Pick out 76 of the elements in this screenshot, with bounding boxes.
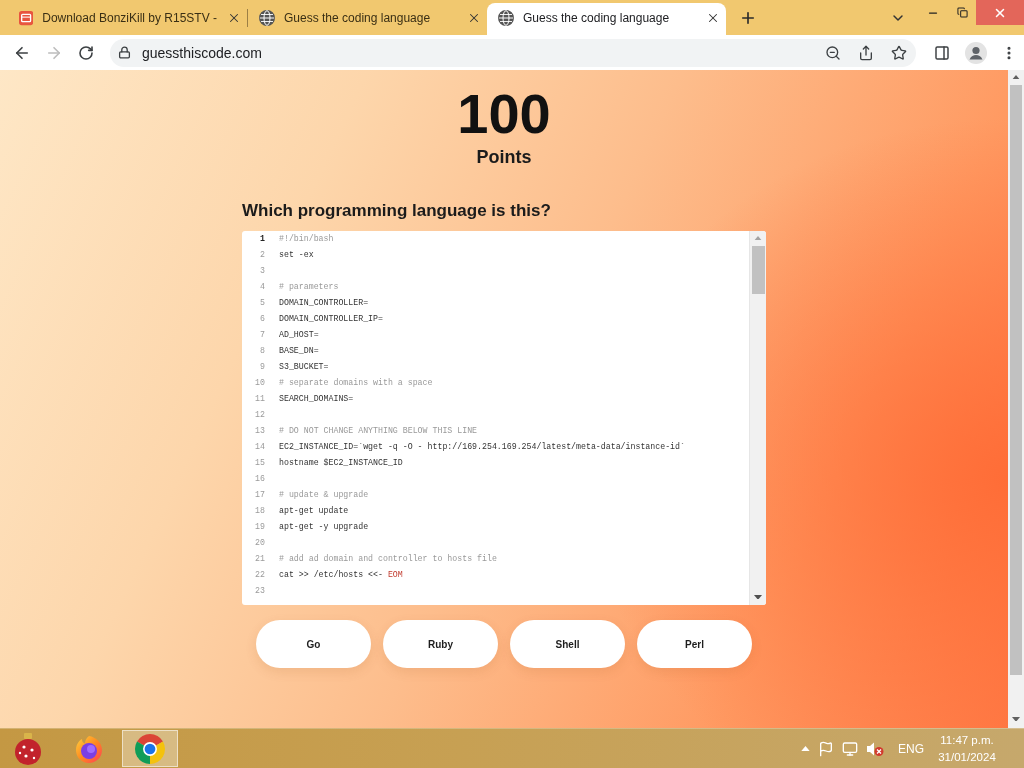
browser-tab[interactable]: Guess the coding language [248, 3, 487, 35]
line-number: 14 [255, 442, 265, 452]
flame-globe-icon [74, 733, 104, 764]
code-line: # parameters [279, 282, 339, 292]
scrollbar-track[interactable] [749, 231, 766, 605]
line-number: 23 [255, 586, 265, 596]
line-number: 22 [255, 570, 265, 580]
globe-icon [498, 9, 514, 26]
code-line: apt-get update [279, 506, 349, 516]
address-bar[interactable]: guessthiscode.com [110, 38, 916, 67]
line-number: 19 [255, 522, 265, 532]
reload-icon[interactable] [78, 44, 94, 61]
side-panel-icon[interactable] [934, 44, 950, 61]
line-number: 4 [260, 282, 265, 292]
line-number: 12 [255, 410, 265, 420]
line-number: 20 [255, 538, 265, 548]
browser-tab[interactable]: Guess the coding language [487, 3, 726, 35]
code-line: #!/bin/bash [279, 234, 334, 244]
taskbar-app[interactable] [122, 730, 178, 767]
code-line: DOMAIN_CONTROLLER= [279, 298, 369, 308]
lock-icon[interactable] [118, 46, 131, 59]
code-line: set -ex [279, 250, 314, 260]
globe-icon [259, 9, 275, 26]
ornament-icon [14, 732, 42, 765]
score-label: Points [476, 146, 532, 168]
scrollbar-track[interactable] [1008, 70, 1024, 728]
code-line: # update & upgrade [279, 490, 369, 500]
line-number: 18 [255, 506, 265, 516]
scroll-up-icon[interactable] [1012, 74, 1020, 80]
line-number: 7 [260, 330, 265, 340]
code-line: # DO NOT CHANGE ANYTHING BELOW THIS LINE [279, 426, 478, 436]
code-line: S3_BUCKET= [279, 362, 329, 372]
code-line: cat >> /etc/hosts <<- EOM [279, 570, 403, 580]
answer-button[interactable]: Shell [510, 620, 625, 668]
line-number: 3 [260, 266, 265, 276]
scroll-down-icon[interactable] [754, 594, 762, 600]
restore-icon[interactable] [956, 7, 968, 18]
browser-tab[interactable]: Download BonziKill by R15STV - [8, 3, 247, 35]
line-number: 17 [255, 490, 265, 500]
muted-speaker-icon[interactable] [866, 740, 884, 757]
code-line: AD_HOST= [279, 330, 319, 340]
line-number: 16 [255, 474, 265, 484]
star-icon[interactable] [891, 44, 907, 61]
code-line: BASE_DN= [279, 346, 319, 356]
answer-button[interactable]: Go [256, 620, 371, 668]
line-number: 2 [260, 250, 265, 260]
app-tile-icon [19, 9, 34, 26]
scrollbar-thumb[interactable] [751, 246, 765, 294]
line-number: 21 [255, 554, 265, 564]
scrollbar-thumb[interactable] [1010, 85, 1022, 675]
line-number: 13 [255, 426, 265, 436]
answer-button[interactable]: Perl [637, 620, 752, 668]
line-number: 9 [260, 362, 265, 372]
line-number: 8 [260, 346, 265, 356]
score-value: 100 [457, 82, 551, 146]
url-field[interactable]: guessthiscode.com [142, 44, 302, 61]
code-line: DOMAIN_CONTROLLER_IP= [279, 314, 383, 324]
scroll-down-icon[interactable] [1012, 716, 1020, 722]
tricolor-circle-icon [135, 733, 165, 764]
code-line: apt-get -y upgrade [279, 522, 369, 532]
question-heading: Which programming language is this? [242, 200, 551, 222]
code-line: # add ad domain and controller to hosts file [279, 554, 497, 564]
code-line: EC2_INSTANCE_ID=`wget -q -O - http://169.254.169.254/latest/meta-data/instance-id` [279, 442, 685, 452]
answer-button[interactable]: Ruby [383, 620, 498, 668]
line-number: 1 [260, 234, 265, 244]
code-line: hostname $EC2_INSTANCE_ID [279, 458, 403, 468]
line-number: 10 [255, 378, 265, 388]
code-line: # separate domains with a space [279, 378, 433, 388]
line-number: 11 [255, 394, 265, 404]
line-number: 6 [260, 314, 265, 324]
line-number: 15 [255, 458, 265, 468]
line-number: 5 [260, 298, 265, 308]
avatar-icon[interactable] [965, 41, 987, 64]
share-icon[interactable] [858, 44, 874, 61]
code-line: SEARCH_DOMAINS= [279, 394, 354, 404]
zoom-out-icon[interactable] [825, 44, 841, 61]
